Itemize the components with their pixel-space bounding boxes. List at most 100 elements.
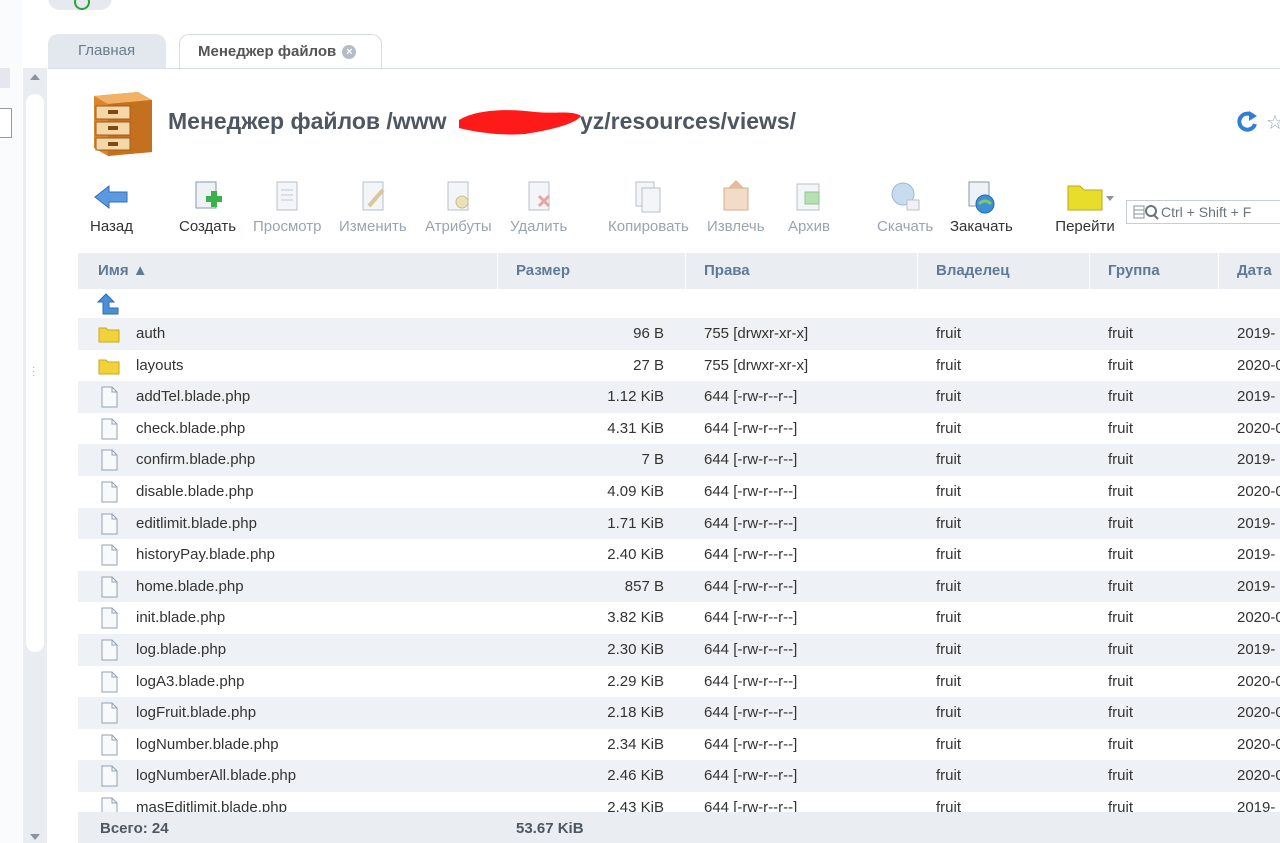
upload-button[interactable]: Закачать — [950, 178, 1013, 235]
left-panel-field[interactable] — [0, 108, 12, 138]
folder-icon — [98, 327, 120, 343]
file-name: editlimit.blade.php — [136, 514, 257, 532]
table-row[interactable]: confirm.blade.php 7 B 644 [-rw-r--r--] frui… — [78, 444, 1280, 476]
parent-folder-icon[interactable] — [96, 292, 122, 316]
file-perms: 644 [-rw-r--r--] — [704, 735, 798, 753]
file-date: 2019- — [1237, 388, 1276, 406]
file-size: 27 B — [633, 356, 664, 374]
file-owner: fruit — [936, 609, 962, 627]
file-size: 857 B — [624, 577, 664, 595]
file-perms: 644 [-rw-r--r--] — [704, 767, 798, 785]
file-group: fruit — [1108, 419, 1134, 437]
column-group[interactable]: Группа — [1108, 253, 1160, 289]
file-name: historyPay.blade.php — [136, 546, 275, 564]
file-group: fruit — [1108, 609, 1134, 627]
table-row[interactable]: addTel.blade.php 1.12 KiB 644 [-rw-r--r--]… — [78, 381, 1280, 413]
status-ring-icon — [74, 0, 90, 10]
file-name: logNumber.blade.php — [136, 735, 279, 753]
table-footer: Всего: 24 53.67 KiB — [78, 812, 1280, 843]
table-row[interactable]: layouts 27 B 755 [drwxr-xr-x] fruit fruit 202… — [78, 349, 1280, 382]
edit-pencil-icon — [362, 181, 385, 211]
file-name: logNumberAll.blade.php — [136, 767, 297, 785]
file-date: 2019- — [1237, 546, 1276, 564]
download-button[interactable]: Скачать — [877, 178, 933, 235]
file-date: 2020-0 — [1237, 704, 1280, 722]
table-row[interactable]: logNumberAll.blade.php 2.46 KiB 644 [-rw-r… — [78, 760, 1280, 792]
column-size[interactable]: Размер — [516, 253, 570, 289]
file-owner: fruit — [936, 767, 962, 785]
file-icon — [101, 734, 118, 756]
column-divider[interactable] — [917, 253, 918, 289]
file-owner: fruit — [936, 451, 962, 469]
archive-icon — [796, 183, 820, 211]
edit-button[interactable]: Изменить — [339, 178, 407, 235]
column-divider[interactable] — [1089, 253, 1090, 289]
file-group: fruit — [1108, 451, 1134, 469]
file-name: logFruit.blade.php — [136, 704, 257, 722]
file-perms: 644 [-rw-r--r--] — [704, 609, 798, 627]
column-divider[interactable] — [685, 253, 686, 289]
file-name: auth — [136, 325, 166, 342]
file-owner: fruit — [936, 325, 962, 342]
file-icon — [101, 576, 118, 598]
file-icon — [101, 639, 118, 661]
table-row[interactable]: logA3.blade.php 2.29 KiB 644 [-rw-r--r--] f… — [78, 665, 1280, 698]
file-owner: fruit — [936, 577, 962, 595]
close-icon[interactable]: × — [342, 45, 357, 60]
file-date: 2019- — [1237, 577, 1276, 595]
table-row[interactable]: disable.blade.php 4.09 KiB 644 [-rw-r--r--… — [78, 476, 1280, 508]
star-icon[interactable]: ☆ — [1266, 110, 1280, 135]
table-row[interactable]: home.blade.php 857 B 644 [-rw-r--r--] fruit… — [78, 570, 1280, 603]
column-divider[interactable] — [497, 253, 498, 289]
search-input[interactable]: Ctrl + Shift + F — [1126, 200, 1280, 224]
archive-button[interactable]: Архив — [788, 178, 830, 235]
file-size: 4.31 KiB — [607, 419, 664, 437]
parent-directory-row[interactable] — [78, 289, 1280, 318]
file-name: init.blade.php — [136, 609, 226, 627]
column-divider[interactable] — [1218, 253, 1219, 289]
file-name: disable.blade.php — [136, 483, 254, 500]
back-button[interactable]: Назад — [90, 178, 133, 235]
attributes-button[interactable]: Атрибуты — [425, 178, 492, 235]
file-name: log.blade.php — [136, 641, 227, 658]
file-size: 1.71 KiB — [607, 514, 664, 532]
new-file-icon — [195, 181, 222, 209]
column-date[interactable]: Дата м — [1237, 253, 1280, 315]
extract-button[interactable]: Извлечь — [707, 178, 765, 235]
table-row[interactable]: logNumber.blade.php 2.34 KiB 644 [-rw-r--r… — [78, 728, 1280, 761]
back-label: Назад — [90, 218, 133, 235]
attributes-label: Атрибуты — [425, 218, 492, 235]
file-perms: 755 [drwxr-xr-x] — [704, 325, 809, 342]
table-row[interactable]: log.blade.php 2.30 KiB 644 [-rw-r--r--] fru… — [78, 634, 1280, 666]
table-row[interactable]: editlimit.blade.php 1.71 KiB 644 [-rw-r--r… — [78, 507, 1280, 540]
file-group: fruit — [1108, 514, 1134, 532]
file-group: fruit — [1108, 641, 1134, 658]
create-label: Создать — [179, 218, 237, 235]
goto-button[interactable]: Перейти — [1054, 178, 1116, 235]
page-title: Менеджер файлов /www — [168, 108, 447, 134]
table-row[interactable]: check.blade.php 4.31 KiB 644 [-rw-r--r--] f… — [78, 412, 1280, 445]
edit-label: Изменить — [339, 218, 407, 235]
file-size: 4.09 KiB — [607, 483, 664, 500]
tab-file-manager[interactable]: Менеджер файлов × — [179, 34, 382, 70]
scroll-up-icon[interactable] — [30, 74, 40, 80]
refresh-icon[interactable] — [1236, 110, 1258, 134]
copy-button[interactable]: Копировать — [608, 178, 689, 235]
create-button[interactable]: Создать — [179, 178, 236, 235]
collapse-arrow-icon[interactable] — [0, 68, 10, 88]
table-row[interactable]: logFruit.blade.php 2.18 KiB 644 [-rw-r--r-… — [78, 697, 1280, 729]
column-name[interactable]: Имя ▲ — [98, 253, 148, 289]
tab-home[interactable]: Главная — [48, 34, 166, 68]
delete-button[interactable]: Удалить — [510, 178, 567, 235]
file-name: layouts — [136, 356, 184, 374]
column-perms[interactable]: Права — [704, 253, 750, 289]
scroll-down-icon[interactable] — [30, 834, 40, 840]
table-row[interactable]: init.blade.php 3.82 KiB 644 [-rw-r--r--] fr… — [78, 602, 1280, 634]
table-row[interactable]: historyPay.blade.php 2.40 KiB 644 [-rw-r--… — [78, 539, 1280, 571]
table-row[interactable]: auth 96 B 755 [drwxr-xr-x] fruit fruit 2019- — [78, 318, 1280, 350]
file-icon — [101, 418, 118, 440]
column-owner[interactable]: Владелец — [936, 253, 1009, 289]
view-button[interactable]: Просмотр — [253, 178, 322, 235]
file-perms: 644 [-rw-r--r--] — [704, 451, 798, 469]
file-perms: 644 [-rw-r--r--] — [704, 419, 798, 437]
